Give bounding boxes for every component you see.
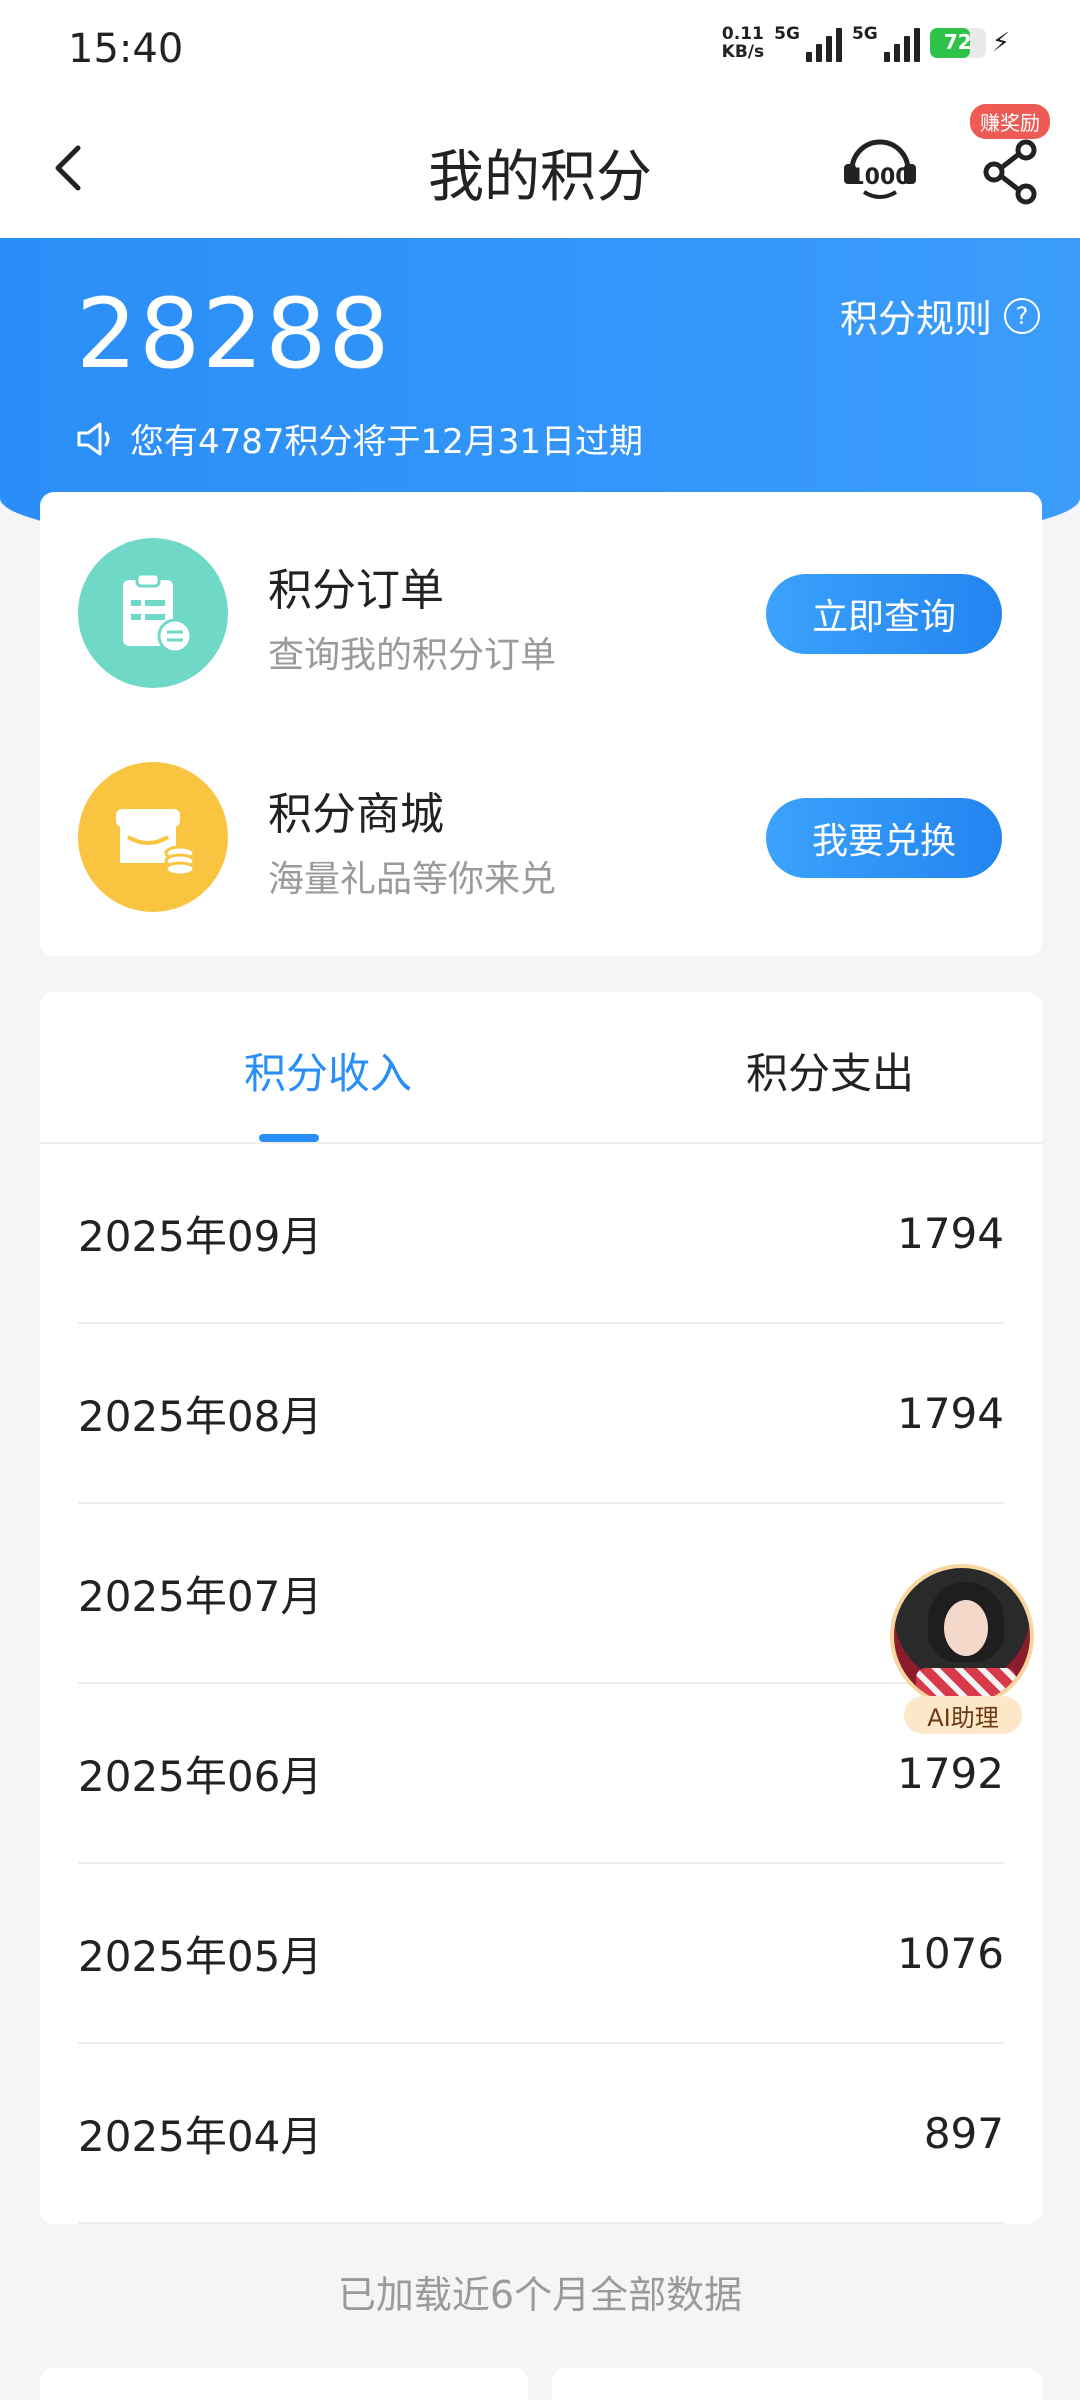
points-actions-card: 积分订单 查询我的积分订单 立即查询 积分商城 海量礼品等你来兑 我要兑换	[40, 492, 1042, 956]
points-order-row[interactable]: 积分订单 查询我的积分订单 立即查询	[40, 534, 1042, 694]
status-time: 15:40	[68, 26, 184, 72]
record-month: 2025年06月	[78, 1751, 323, 1801]
points-total: 28288	[76, 278, 392, 390]
order-clipboard-icon	[78, 538, 228, 688]
list-item[interactable]: 2025年06月 1792	[78, 1684, 1004, 1864]
loaded-all-note: 已加载近6个月全部数据	[337, 2273, 743, 2317]
expire-notice-text: 您有4787积分将于12月31日过期	[130, 422, 644, 462]
record-points: 1076	[897, 1928, 1004, 1978]
charging-icon: ⚡	[991, 28, 1010, 58]
tab-income[interactable]: 积分收入	[148, 1040, 508, 1101]
active-tab-indicator	[259, 1134, 319, 1142]
record-points: 897	[923, 2108, 1004, 2158]
list-item[interactable]: 2025年04月 897	[78, 2044, 1004, 2224]
list-item[interactable]: 2025年05月 1076	[78, 1864, 1004, 2044]
points-rules-link[interactable]: 积分规则 ?	[840, 288, 1040, 343]
record-points: 1794	[897, 1388, 1004, 1438]
records-tabs: 积分收入 积分支出	[40, 992, 1042, 1144]
points-mall-row[interactable]: 积分商城 海量礼品等你来兑 我要兑换	[40, 758, 1042, 918]
bottom-card-right	[552, 2368, 1042, 2400]
record-month: 2025年08月	[78, 1391, 323, 1441]
battery-level: 72	[943, 30, 972, 54]
record-month: 2025年07月	[78, 1571, 323, 1621]
action-title: 积分商城	[268, 789, 444, 840]
action-subtitle: 海量礼品等你来兑	[268, 859, 557, 900]
share-icon	[983, 139, 1037, 205]
shop-store-icon	[78, 762, 228, 912]
redeem-button[interactable]: 我要兑换	[766, 798, 1002, 878]
record-month: 2025年04月	[78, 2111, 323, 2161]
reward-badge[interactable]: 赚奖励	[970, 104, 1050, 139]
action-title: 积分订单	[268, 565, 444, 616]
network-speed: 0.11 KB/s	[721, 24, 765, 62]
record-points: 1794	[897, 1208, 1004, 1258]
list-item[interactable]: 2025年09月 1794	[78, 1144, 1004, 1324]
record-month: 2025年05月	[78, 1931, 323, 1981]
battery-icon: 72 ⚡	[929, 27, 1010, 59]
ai-assistant-label: AI助理	[904, 1696, 1022, 1734]
customer-service-button[interactable]: 1000	[840, 130, 920, 210]
ai-assistant-button[interactable]: AI助理	[882, 1564, 1042, 1744]
signal-2-icon: 5G	[852, 24, 920, 62]
app-header: 我的积分 1000 赚奖励	[0, 100, 1080, 240]
bottom-card-left	[40, 2368, 528, 2400]
question-circle-icon: ?	[1004, 297, 1040, 334]
status-bar: 15:40 0.11 KB/s 5G 5G 72 ⚡	[0, 0, 1080, 100]
points-rules-label: 积分规则	[839, 297, 992, 341]
status-right: 0.11 KB/s 5G 5G 72 ⚡	[722, 24, 1010, 62]
list-item[interactable]: 2025年08月 1794	[78, 1324, 1004, 1504]
svg-text:1000: 1000	[849, 165, 910, 190]
action-subtitle: 查询我的积分订单	[268, 635, 557, 676]
customer-service-10000-icon: 1000	[844, 139, 916, 199]
list-item[interactable]: 2025年07月	[78, 1504, 1004, 1684]
signal-1-icon: 5G	[774, 24, 842, 62]
records-list: 2025年09月 1794 2025年08月 1794 2025年07月 202…	[78, 1144, 1004, 2224]
tab-expense[interactable]: 积分支出	[650, 1040, 1010, 1101]
record-month: 2025年09月	[78, 1211, 323, 1261]
record-points: 1792	[897, 1748, 1004, 1798]
ai-assistant-avatar	[890, 1564, 1034, 1708]
speaker-icon	[77, 422, 110, 455]
query-orders-button[interactable]: 立即查询	[766, 574, 1002, 654]
share-button[interactable]	[978, 136, 1048, 206]
expire-notice: 您有4787积分将于12月31日过期	[76, 414, 643, 463]
